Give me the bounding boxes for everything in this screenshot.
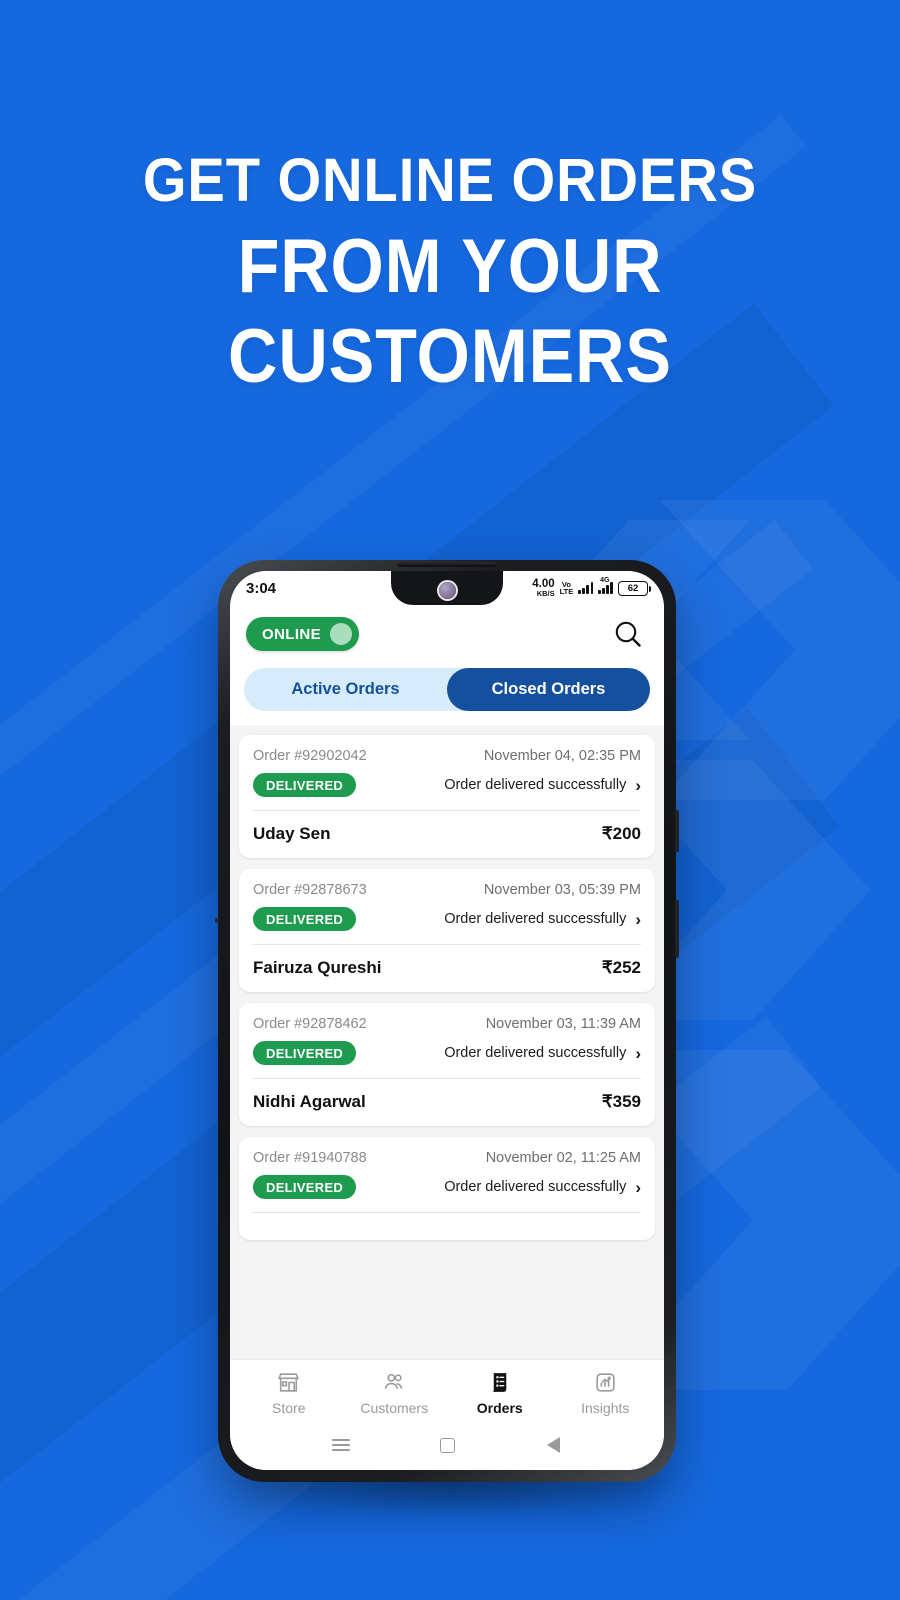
order-card-header: Order #92878673 November 03, 05:39 PM xyxy=(253,882,641,898)
order-status-message: Order delivered successfully xyxy=(444,1045,627,1061)
data-rate-unit: KB/S xyxy=(536,589,555,598)
tab-closed-orders[interactable]: Closed Orders xyxy=(447,668,650,711)
order-card-status-row: DELIVERED Order delivered successfully › xyxy=(253,773,641,797)
nav-label: Insights xyxy=(581,1400,630,1416)
nav-item-insights[interactable]: Insights xyxy=(553,1369,659,1416)
insights-icon xyxy=(593,1369,618,1395)
nav-item-orders[interactable]: Orders xyxy=(447,1369,553,1416)
order-amount: ₹252 xyxy=(601,958,641,977)
order-card-status-row: DELIVERED Order delivered successfully › xyxy=(253,907,641,931)
chevron-right-icon: › xyxy=(635,909,641,929)
power-button xyxy=(675,900,679,958)
headline-line-3: CUSTOMERS xyxy=(228,314,672,399)
order-id: Order #92878673 xyxy=(253,882,367,898)
signal-bars-icon-1 xyxy=(578,582,594,594)
chevron-right-icon: › xyxy=(635,1177,641,1197)
front-camera-icon xyxy=(438,581,456,599)
order-card-header: Order #91940788 November 02, 11:25 AM xyxy=(253,1150,641,1166)
volume-button xyxy=(675,810,679,852)
network-type-indicator: 4G xyxy=(598,577,613,594)
chevron-right-icon: › xyxy=(635,1043,641,1063)
phone-screen: 3:04 4.00 KB/S Vo LTE 4G 62 ONLINE Activ… xyxy=(230,571,664,1470)
android-navigation-bar xyxy=(230,1420,664,1470)
order-date: November 04, 02:35 PM xyxy=(483,748,641,764)
back-icon xyxy=(546,1437,560,1453)
phone-mockup: 3:04 4.00 KB/S Vo LTE 4G 62 ONLINE Activ… xyxy=(215,560,679,1482)
chevron-right-icon: › xyxy=(635,775,641,795)
order-id: Order #91940788 xyxy=(253,1150,367,1166)
order-status-message-row[interactable]: Order delivered successfully › xyxy=(444,1045,641,1062)
order-card-footer: Fairuza Qureshi ₹252 xyxy=(253,945,641,992)
online-status-toggle[interactable]: ONLINE xyxy=(246,617,360,651)
order-date: November 02, 11:25 AM xyxy=(485,1150,641,1166)
order-date: November 03, 05:39 PM xyxy=(483,882,641,898)
online-toggle-label: ONLINE xyxy=(262,625,322,643)
orders-tabs: Active Orders Closed Orders xyxy=(244,668,650,711)
order-status-message-row[interactable]: Order delivered successfully › xyxy=(444,777,641,794)
status-badge: DELIVERED xyxy=(253,1041,357,1065)
order-card-footer: Uday Sen ₹200 xyxy=(253,811,641,858)
earpiece-speaker xyxy=(397,562,497,567)
store-icon xyxy=(276,1369,301,1395)
recents-icon xyxy=(332,1436,350,1454)
app-header: ONLINE xyxy=(230,605,664,660)
battery-percent: 62 xyxy=(627,582,639,594)
status-badge: DELIVERED xyxy=(253,1175,357,1199)
order-status-message: Order delivered successfully xyxy=(444,1179,627,1195)
order-card-status-row: DELIVERED Order delivered successfully › xyxy=(253,1175,641,1199)
order-card[interactable]: Order #92878673 November 03, 05:39 PM DE… xyxy=(239,869,655,992)
notch xyxy=(391,571,503,605)
back-button[interactable] xyxy=(536,1428,570,1462)
poster-headline: GET ONLINE ORDERS FROM YOUR CUSTOMERS xyxy=(0,150,900,395)
tab-active-orders[interactable]: Active Orders xyxy=(244,668,447,711)
order-card[interactable]: Order #92878462 November 03, 11:39 AM DE… xyxy=(239,1003,655,1126)
customers-icon xyxy=(382,1369,407,1395)
recents-button[interactable] xyxy=(324,1428,358,1462)
orders-icon xyxy=(487,1369,512,1395)
bottom-navigation: Store Customers Orders Insights xyxy=(230,1359,664,1420)
order-card-header: Order #92902042 November 04, 02:35 PM xyxy=(253,748,641,764)
order-status-message-row[interactable]: Order delivered successfully › xyxy=(444,1179,641,1196)
battery-icon: 62 xyxy=(618,580,651,596)
order-id: Order #92878462 xyxy=(253,1016,367,1032)
order-card-footer: Nidhi Agarwal ₹359 xyxy=(253,1079,641,1126)
order-card[interactable]: Order #91940788 November 02, 11:25 AM DE… xyxy=(239,1137,655,1240)
data-rate-indicator: 4.00 KB/S xyxy=(532,578,555,598)
order-date: November 03, 11:39 AM xyxy=(485,1016,641,1032)
status-badge: DELIVERED xyxy=(253,773,357,797)
nav-label: Orders xyxy=(476,1400,523,1416)
order-card-footer xyxy=(253,1213,641,1240)
home-button[interactable] xyxy=(430,1428,464,1462)
network-label: 4G xyxy=(600,577,610,584)
headline-line-2: FROM YOUR xyxy=(237,224,663,309)
order-card[interactable]: Order #92902042 November 04, 02:35 PM DE… xyxy=(239,735,655,858)
nav-item-store[interactable]: Store xyxy=(236,1369,342,1416)
order-amount: ₹200 xyxy=(601,824,641,843)
order-status-message: Order delivered successfully xyxy=(444,777,627,793)
left-side-button xyxy=(215,918,219,923)
search-icon xyxy=(615,621,641,647)
status-time: 3:04 xyxy=(246,579,277,597)
customer-name: Uday Sen xyxy=(253,824,331,843)
order-status-message: Order delivered successfully xyxy=(444,911,627,927)
order-id: Order #92902042 xyxy=(253,748,367,764)
orders-list[interactable]: Order #92902042 November 04, 02:35 PM DE… xyxy=(230,725,664,1359)
volte-bottom: LTE xyxy=(559,587,574,596)
customer-name: Nidhi Agarwal xyxy=(253,1092,366,1111)
order-card-status-row: DELIVERED Order delivered successfully › xyxy=(253,1041,641,1065)
home-icon xyxy=(439,1437,455,1453)
customer-name: Fairuza Qureshi xyxy=(253,958,382,977)
volte-icon: Vo LTE xyxy=(559,580,574,596)
toggle-knob xyxy=(330,623,353,645)
orders-tabs-container: Active Orders Closed Orders xyxy=(230,660,664,725)
nav-label: Customers xyxy=(360,1400,429,1416)
order-card-header: Order #92878462 November 03, 11:39 AM xyxy=(253,1016,641,1032)
order-amount: ₹359 xyxy=(601,1092,641,1111)
search-button[interactable] xyxy=(608,614,648,654)
status-badge: DELIVERED xyxy=(253,907,357,931)
headline-line-1: GET ONLINE ORDERS xyxy=(142,146,758,214)
nav-item-customers[interactable]: Customers xyxy=(342,1369,448,1416)
order-status-message-row[interactable]: Order delivered successfully › xyxy=(444,911,641,928)
nav-label: Store xyxy=(272,1400,306,1416)
